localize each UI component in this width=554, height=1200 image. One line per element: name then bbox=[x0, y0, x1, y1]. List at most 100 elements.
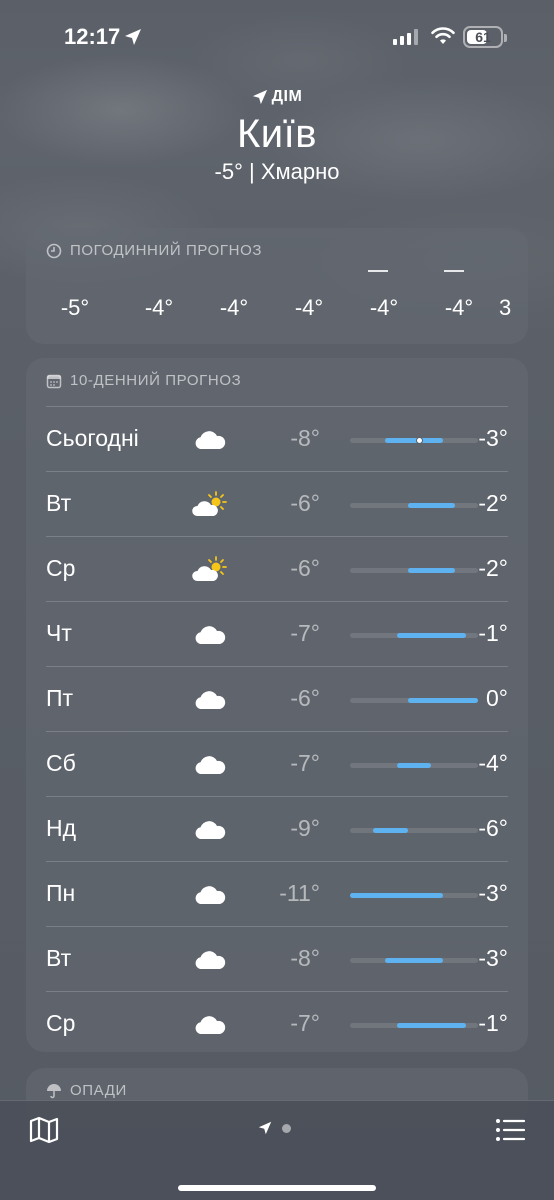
home-label-text: ДІМ bbox=[271, 88, 303, 105]
temp-range-fill bbox=[350, 893, 444, 898]
cloud-icon bbox=[190, 815, 230, 845]
day-low-temp: -7° bbox=[290, 750, 320, 776]
umbrella-icon bbox=[47, 1083, 61, 1098]
cloud-icon bbox=[190, 880, 230, 910]
hourly-icon-placeholder bbox=[444, 270, 464, 272]
day-high-temp: -3° bbox=[478, 880, 508, 906]
day-row[interactable]: Ср -6° -2° bbox=[46, 536, 508, 601]
day-name: Пн bbox=[46, 880, 76, 906]
day-name: Ср bbox=[46, 1010, 76, 1036]
temp-range-bar bbox=[350, 893, 478, 898]
day-name: Вт bbox=[46, 945, 72, 971]
day-name: Нд bbox=[46, 815, 77, 841]
wifi-icon bbox=[431, 27, 455, 44]
cloud-icon bbox=[190, 750, 230, 780]
hourly-temp: -4° bbox=[444, 295, 474, 320]
day-high-temp: 0° bbox=[486, 685, 508, 711]
day-name: Чт bbox=[46, 620, 72, 646]
hourly-icon-placeholder bbox=[368, 270, 388, 272]
day-high-temp: -4° bbox=[478, 750, 508, 776]
hourly-temp: -4° bbox=[144, 295, 174, 320]
day-row[interactable]: Сб -7° -4° bbox=[46, 731, 508, 796]
temp-range-bar bbox=[350, 568, 478, 573]
ten-day-forecast-card: 10-ДЕННИЙ ПРОГНОЗ Сьогодні -8° -3° Вт -6° -2°… bbox=[26, 358, 528, 1052]
page-dot[interactable] bbox=[282, 1123, 291, 1133]
map-icon[interactable] bbox=[28, 1115, 60, 1145]
day-row[interactable]: Пт -6° 0° bbox=[46, 666, 508, 731]
temp-range-fill bbox=[396, 633, 467, 638]
temp-range-bar bbox=[350, 828, 478, 833]
status-bar: 12:17 61 bbox=[0, 0, 554, 72]
day-row[interactable]: Чт -7° -1° bbox=[46, 601, 508, 666]
day-low-temp: -6° bbox=[290, 555, 320, 581]
day-high-temp: -2° bbox=[478, 555, 508, 581]
temp-range-fill bbox=[396, 763, 432, 768]
temp-range-fill bbox=[408, 503, 455, 508]
hourly-temp: -4° bbox=[294, 295, 324, 320]
day-row[interactable]: Нд -9° -6° bbox=[46, 796, 508, 861]
day-name: Сьогодні bbox=[46, 425, 139, 451]
day-row[interactable]: Вт -6° -2° bbox=[46, 471, 508, 536]
day-name: Вт bbox=[46, 490, 72, 516]
location-arrow-icon bbox=[252, 89, 267, 105]
day-row[interactable]: Ср -7° -1° bbox=[46, 991, 508, 1056]
day-low-temp: -6° bbox=[290, 685, 320, 711]
day-high-temp: -6° bbox=[478, 815, 508, 841]
location-header: ДІМ Київ -5° | Хмарно bbox=[0, 88, 554, 185]
cloud-icon bbox=[190, 620, 230, 650]
temp-range-fill bbox=[408, 568, 455, 573]
day-name: Ср bbox=[46, 555, 76, 581]
ten-day-title-text: 10-ДЕННИЙ ПРОГНОЗ bbox=[70, 372, 242, 389]
hourly-title-text: ПОГОДИННИЙ ПРОГНОЗ bbox=[70, 242, 263, 259]
calendar-icon bbox=[46, 374, 62, 388]
city-name: Київ bbox=[236, 112, 317, 156]
cloud-icon bbox=[190, 1010, 230, 1040]
signal-icon bbox=[393, 29, 418, 45]
page-indicator[interactable] bbox=[258, 1121, 291, 1135]
day-low-temp: -7° bbox=[290, 1010, 320, 1036]
temp-range-bar bbox=[350, 698, 478, 703]
location-arrow-icon bbox=[125, 29, 141, 45]
bottom-toolbar bbox=[0, 1100, 554, 1200]
temp-range-fill bbox=[384, 958, 444, 963]
temp-range-bar bbox=[350, 958, 478, 963]
temp-range-fill bbox=[373, 828, 409, 833]
hourly-temp: -4° bbox=[369, 295, 399, 320]
partly-sunny-icon bbox=[190, 490, 230, 520]
temp-range-bar bbox=[350, 1023, 478, 1028]
temp-range-bar bbox=[350, 437, 478, 444]
hourly-forecast-title: ПОГОДИННИЙ ПРОГНОЗ bbox=[46, 242, 262, 259]
day-low-temp: -8° bbox=[290, 425, 320, 451]
home-location-label: ДІМ bbox=[252, 88, 303, 106]
location-arrow-icon[interactable] bbox=[258, 1121, 272, 1135]
temp-range-bar bbox=[350, 633, 478, 638]
temp-range-fill bbox=[408, 698, 478, 703]
temp-range-bar bbox=[350, 763, 478, 768]
battery-percent: 61 bbox=[475, 29, 491, 45]
hourly-forecast-card[interactable]: ПОГОДИННИЙ ПРОГНОЗ -5° -4° -4° -4° -4° -… bbox=[26, 228, 528, 344]
day-low-temp: -8° bbox=[290, 945, 320, 971]
hourly-temp: 3 bbox=[499, 295, 512, 320]
day-high-temp: -1° bbox=[478, 1010, 508, 1036]
day-high-temp: -2° bbox=[478, 490, 508, 516]
current-summary: -5° | Хмарно bbox=[214, 159, 340, 184]
day-high-temp: -3° bbox=[478, 425, 508, 451]
temp-range-fill bbox=[384, 438, 444, 443]
precipitation-title-text: ОПАДИ bbox=[70, 1082, 127, 1099]
home-indicator[interactable] bbox=[178, 1185, 376, 1191]
day-row[interactable]: Сьогодні -8° -3° bbox=[46, 406, 508, 471]
day-low-temp: -9° bbox=[290, 815, 320, 841]
ten-day-forecast-title: 10-ДЕННИЙ ПРОГНОЗ bbox=[46, 372, 241, 389]
cloud-icon bbox=[190, 945, 230, 975]
cloud-icon bbox=[190, 685, 230, 715]
day-low-temp: -7° bbox=[290, 620, 320, 646]
day-row[interactable]: Вт -8° -3° bbox=[46, 926, 508, 991]
day-row[interactable]: Пн -11° -3° bbox=[46, 861, 508, 926]
day-low-temp: -11° bbox=[279, 880, 320, 906]
day-name: Пт bbox=[46, 685, 74, 711]
hourly-temp: -5° bbox=[60, 295, 90, 320]
clock-icon bbox=[46, 243, 62, 258]
list-icon[interactable] bbox=[494, 1117, 526, 1143]
status-time: 12:17 bbox=[64, 24, 121, 49]
battery-icon: 61 bbox=[463, 26, 507, 48]
